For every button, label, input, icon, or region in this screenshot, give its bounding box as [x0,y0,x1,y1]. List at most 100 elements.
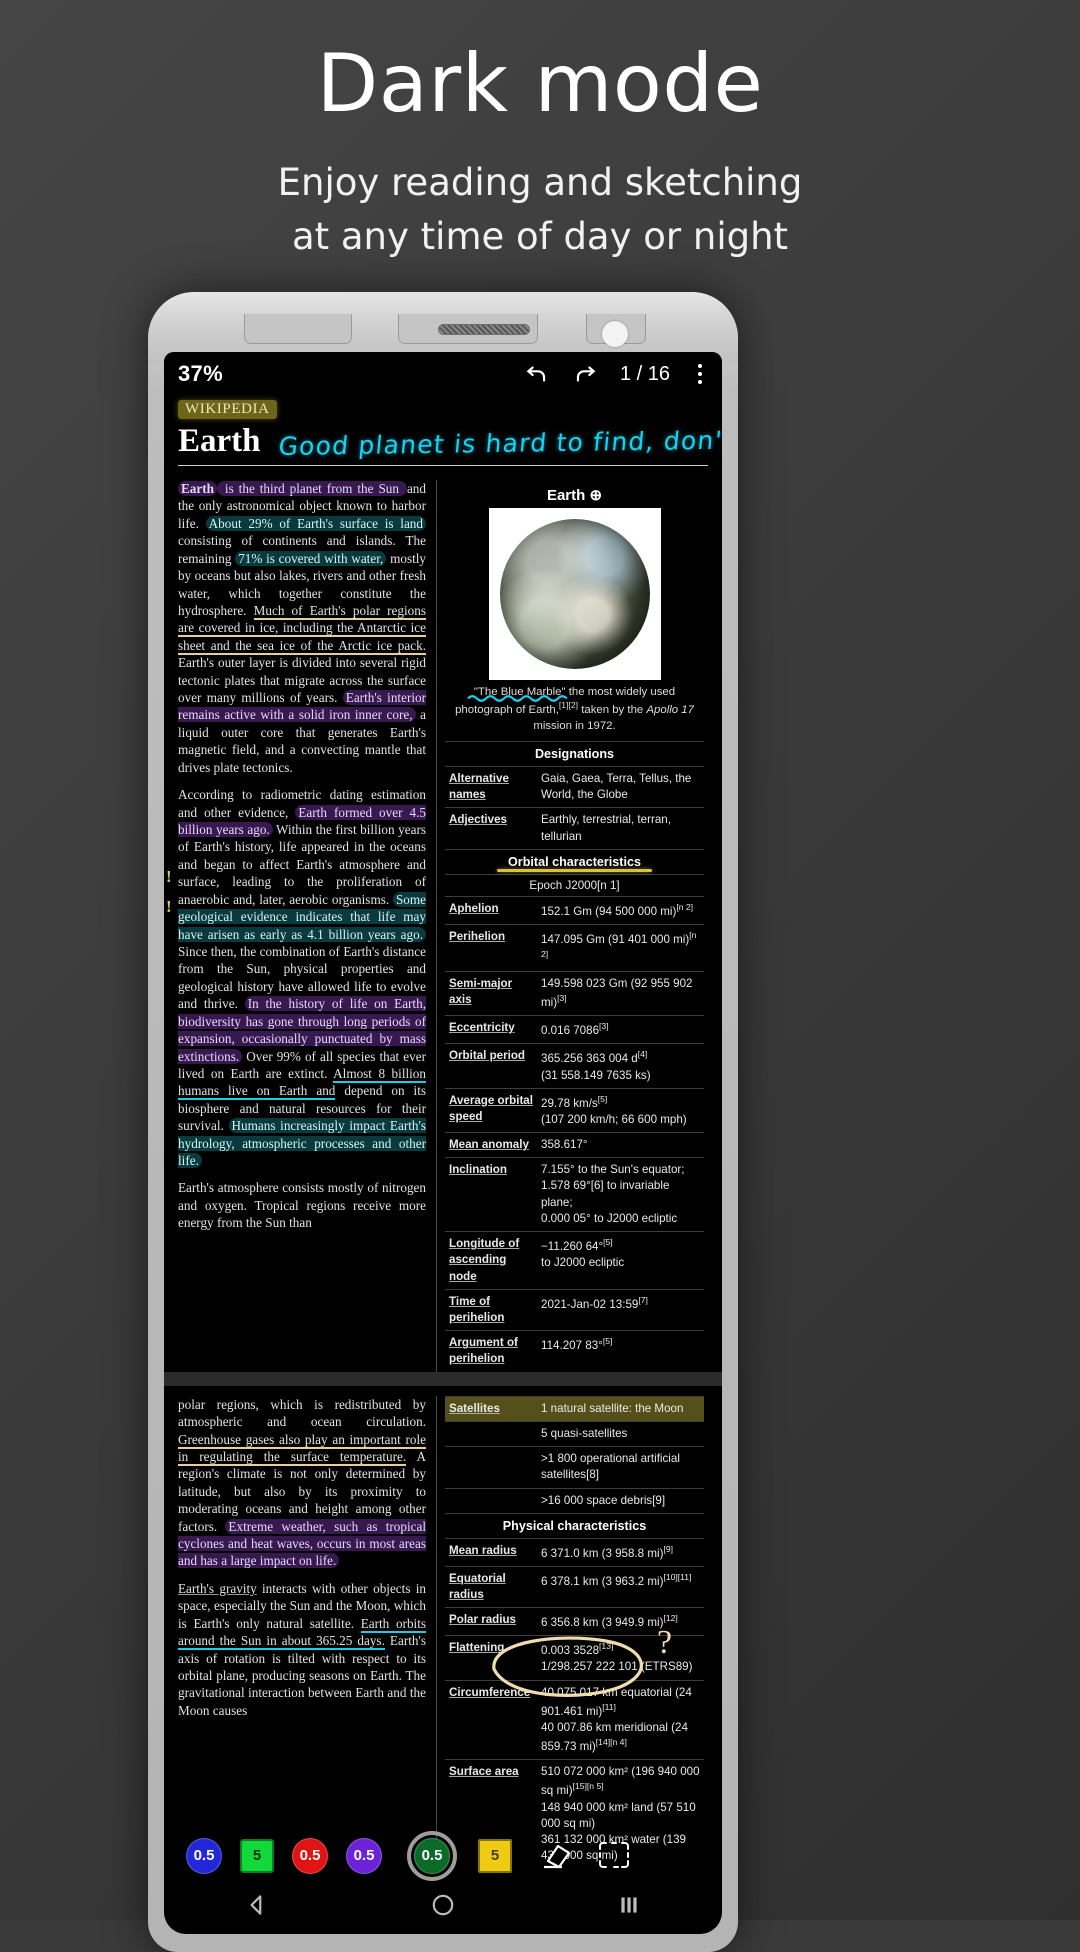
infobox-2: Satellites 1 natural satellite: the Moon… [436,1395,704,1869]
pen-red[interactable]: 0.5 [292,1837,328,1874]
row-value: 114.207 83°[5] [537,1330,704,1372]
table-row: >16 000 space debris[9] [445,1487,704,1513]
table-row: Mean anomaly 358.617° [445,1132,704,1158]
toolbar-right-group: 1 / 16 [524,361,708,387]
infobox-title: Earth ⊕ [445,480,704,508]
table-row: 5 quasi-satellites [445,1420,704,1447]
row-key: Mean anomaly [445,1132,537,1158]
highlighter-green[interactable]: 5 [240,1838,274,1873]
table-row: Time of perihelion 2021-Jan-02 13:59[7] [445,1288,704,1331]
table-row-satellites: Satellites 1 natural satellite: the Moon [445,1395,704,1422]
infobox-section-orbital: Orbital characteristics [445,848,704,874]
infobox-epoch: Epoch J2000[n 1] [445,873,704,896]
paragraph-1: Earth is the third planet from the Sun a… [178,480,426,776]
infobox: Earth ⊕ "The Blue Marble" the most widel… [436,480,704,1372]
row-value: 5 quasi-satellites [537,1420,704,1447]
home-circle-icon[interactable] [430,1892,456,1923]
caption-italic: Apollo 17 [646,704,694,717]
phone-frame: 37% 1 / 16 WIKIPEDIA Earth Good planet i… [148,292,738,1952]
text-run: Greenhouse gases also play an important … [178,1431,426,1466]
table-row: Semi-major axis 149.598 023 Gm (92 955 90… [445,971,704,1016]
two-column-body: ! ! Earth is the third planet from the S… [166,480,708,1372]
row-key: Eccentricity [445,1015,537,1044]
earpiece-speaker [438,324,530,335]
row-value: 6 378.1 km (3 963.2 mi)[10][11] [537,1565,704,1608]
table-row: Circumference 40 075.017 km equatorial (2… [445,1679,704,1760]
physical-rows: Mean radius 6 371.0 km (3 958.8 mi)[9] Equ… [445,1537,704,1869]
row-key: Average orbital speed [445,1087,537,1133]
two-column-body-2: polar regions, which is redistributed by… [178,1395,708,1869]
table-row: Polar radius 6 356.8 km (3 949.9 mi)[12] [445,1607,704,1636]
orbital-rows: Aphelion 152.1 Gm (94 500 000 mi)[n 2] Per… [445,895,704,1372]
promo-subtitle-line1: Enjoy reading and sketching [277,161,803,204]
row-value: 358.617° [537,1132,704,1158]
promo-subtitle: Enjoy reading and sketching at any time … [0,156,1080,263]
page-separator [164,1371,722,1386]
infobox-section-physical: Physical characteristics [445,1512,704,1538]
text-run: 71% is covered with water, [235,550,387,566]
infobox-section-designations: Designations [445,740,704,766]
page-title: Dark mode [316,37,764,130]
row-value: 365.256 363 004 d[4] (31 558.149 7635 ks) [537,1043,704,1089]
table-row: >1 800 operational artificial satellites… [445,1446,704,1489]
row-key: Perihelion [445,923,537,972]
table-row: Average orbital speed 29.78 km/s[5] (107 2… [445,1087,704,1133]
table-row: Aphelion 152.1 Gm (94 500 000 mi)[n 2] [445,895,704,925]
row-key [445,1446,537,1489]
pen-toolbar: 0.5 5 0.5 0.5 0.5 5 [164,1830,722,1881]
text-run: About 29% of Earth's surface is land [205,515,426,531]
pen-violet[interactable]: 0.5 [346,1837,382,1874]
page-indicator[interactable]: 1 / 16 [620,363,670,386]
infobox-image [488,508,661,680]
row-value: Gaia, Gaea, Terra, Tellus, the World, th… [537,765,704,808]
row-value: 2021-Jan-02 13:59[7] [537,1288,704,1331]
row-key: Circumference [445,1679,537,1760]
row-value: 7.155° to the Sun's equator; 1.578 69°[6]… [537,1157,704,1232]
infobox-caption: "The Blue Marble" the most widely used p… [445,680,704,741]
row-value: >16 000 space debris[9] [537,1487,704,1513]
table-row: Perihelion 147.095 Gm (91 401 000 mi)[n 2… [445,923,704,972]
promo-subtitle-line2: at any time of day or night [291,214,789,258]
row-key: Satellites [445,1395,537,1422]
row-key: Mean radius [445,1537,537,1567]
squiggle-underline-annotation [467,695,568,702]
redo-icon[interactable] [572,361,598,387]
row-value: 29.78 km/s[5] (107 200 km/h; 66 600 mph) [537,1087,704,1133]
pen-blue[interactable]: 0.5 [186,1837,222,1874]
row-value: 0.016 7086[3] [537,1015,704,1044]
caption-end: mission in 1972. [533,719,616,732]
pen-green-selected[interactable]: 0.5 [407,1830,457,1881]
table-row: Eccentricity 0.016 7086[3] [445,1015,704,1044]
overflow-menu-icon[interactable] [692,362,708,386]
highlighter-yellow[interactable]: 5 [478,1838,512,1873]
row-value: 0.003 3528[13] 1/298.257 222 101 (ETRS89) [537,1635,704,1681]
zoom-level-label[interactable]: 37% [178,361,223,387]
row-value: >1 800 operational artificial satellites… [537,1446,704,1489]
eraser-icon[interactable] [536,1833,576,1878]
paragraph-2: According to radiometric dating estimati… [178,786,427,1169]
back-triangle-icon[interactable] [244,1892,270,1923]
table-row: Mean radius 6 371.0 km (3 958.8 mi)[9] [445,1537,704,1567]
document-page-2: polar regions, which is redistributed by… [164,1385,722,1869]
row-value: 152.1 Gm (94 500 000 mi)[n 2] [537,895,704,925]
title-divider [178,465,708,466]
article-title: Earth [178,423,261,459]
row-key: Time of perihelion [445,1288,537,1331]
paragraph-5: Earth's gravity interacts with other obj… [178,1580,426,1719]
paragraph-3: Earth's atmosphere consists mostly of ni… [178,1179,426,1231]
caption-tail: taken by the [578,704,647,717]
row-value: Earthly, terrestrial, terran, tellurian [537,807,704,849]
wikipedia-badge: WIKIPEDIA [178,400,277,419]
infobox-satellites-table: Satellites 1 natural satellite: the Moon… [445,1395,704,1513]
front-camera [602,321,628,347]
row-key: Flattening [445,1635,537,1681]
article-title-row: Earth Good planet is hard to find, don't… [178,423,722,461]
android-navbar [164,1880,722,1934]
recents-bars-icon[interactable] [616,1892,642,1923]
lasso-select-icon[interactable] [594,1833,634,1878]
handwritten-annotation: Good planet is hard to find, don't blow … [276,424,722,462]
table-row: Equatorial radius 6 378.1 km (3 963.2 mi)… [445,1565,704,1608]
undo-icon[interactable] [524,361,550,387]
phone-screen: 37% 1 / 16 WIKIPEDIA Earth Good planet i… [164,352,722,1934]
text-run: polar regions, which is redistributed by… [178,1396,426,1430]
